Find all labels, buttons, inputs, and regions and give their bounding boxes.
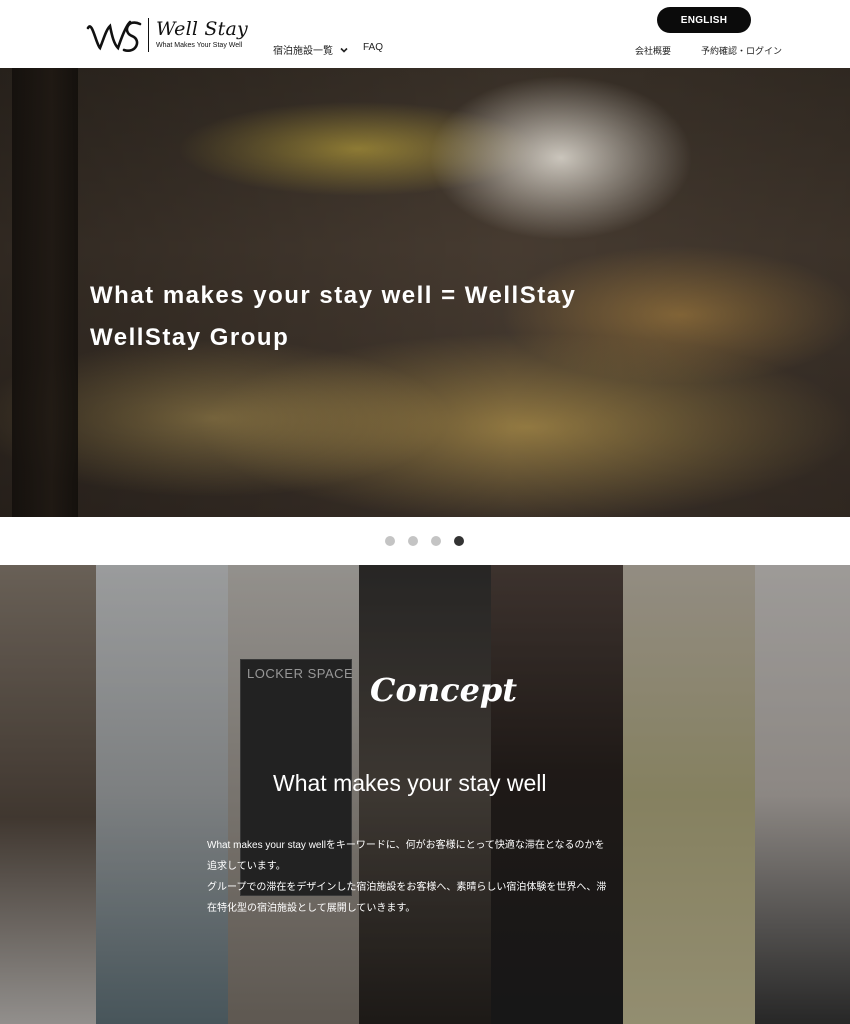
concept-body-line-3: グループでの滞在をデザインした宿泊施設をお客様へ、素晴らしい宿泊体験を世界へ、滞: [207, 882, 607, 893]
carousel-dot-3[interactable]: [431, 536, 441, 546]
carousel-dots: [385, 536, 464, 546]
company-link[interactable]: 会社概要: [635, 44, 671, 57]
logo-name: Well Stay: [156, 18, 248, 40]
english-button[interactable]: ENGLISH: [657, 7, 751, 33]
logo-tagline: What Makes Your Stay Well: [156, 42, 243, 49]
chevron-down-icon: [340, 47, 348, 53]
nav-faq[interactable]: FAQ: [363, 42, 383, 53]
concept-title: Concept: [370, 671, 518, 709]
hero-subheadline: WellStay Group: [90, 324, 290, 351]
concept-body-line-1: What makes your stay wellをキーワードに、何がお客様にと…: [207, 840, 605, 851]
login-link[interactable]: 予約確認・ログイン: [701, 44, 782, 57]
site-logo[interactable]: Well Stay What Makes Your Stay Well: [84, 14, 254, 56]
carousel-dot-1[interactable]: [385, 536, 395, 546]
site-header: Well Stay What Makes Your Stay Well 宿泊施設…: [0, 0, 850, 68]
concept-body-line-4: 在特化型の宿泊施設として展開していきます。: [207, 903, 416, 914]
concept-body-line-2: 追求しています。: [207, 861, 286, 872]
concept-description: What makes your stay wellをキーワードに、何がお客様にと…: [207, 835, 647, 919]
nav-facilities-label: 宿泊施設一覧: [273, 46, 333, 57]
carousel-dot-2[interactable]: [408, 536, 418, 546]
hero-headline: What makes your stay well = WellStay: [90, 282, 577, 309]
concept-section: LOCKER SPACE Concept What makes your sta…: [0, 565, 850, 1024]
nav-facilities[interactable]: 宿泊施設一覧: [273, 42, 349, 57]
logo-divider: [148, 18, 149, 52]
carousel-dot-4-active[interactable]: [454, 536, 464, 546]
ws-logo-mark: [86, 20, 142, 52]
concept-heading: What makes your stay well: [273, 770, 547, 796]
hero-slide[interactable]: What makes your stay well = WellStay Wel…: [0, 68, 850, 517]
